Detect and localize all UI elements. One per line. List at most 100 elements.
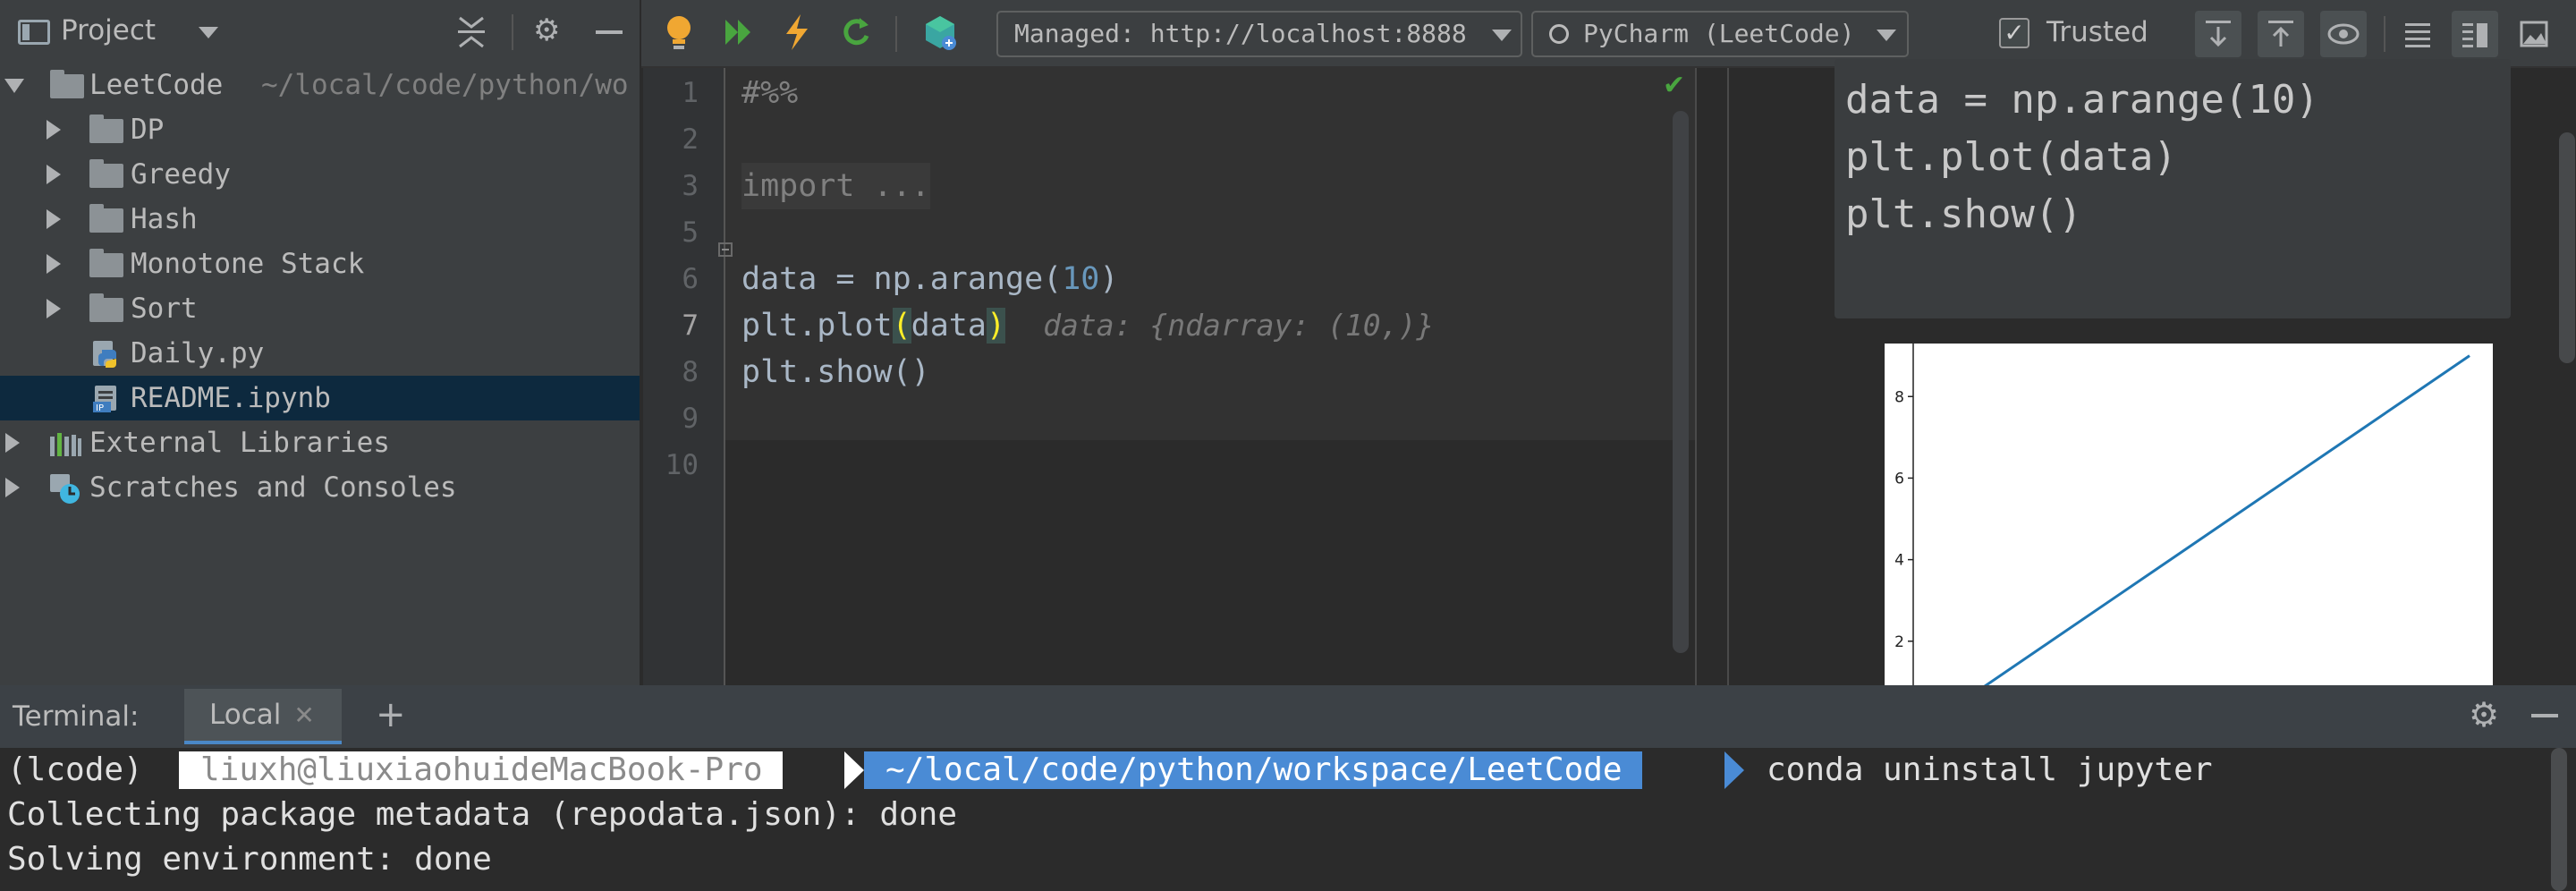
server-select[interactable]: Managed: http://localhost:8888 (996, 11, 1522, 57)
jupyter-icon[interactable] (920, 13, 960, 52)
eye-icon[interactable] (2320, 11, 2367, 57)
terminal-output[interactable]: (lcode) liuxh@liuxiaohuideMacBook-Pro ~/… (0, 748, 2576, 891)
folder-icon (89, 204, 123, 233)
fold-expand-icon[interactable] (718, 242, 733, 257)
toolbar-divider (895, 16, 897, 52)
minimize-icon[interactable] (596, 30, 623, 34)
tree-item-daily-py[interactable]: Daily.py (0, 331, 640, 376)
minimize-icon[interactable] (2531, 714, 2558, 717)
notebook-editor[interactable]: 1 2 3 5 6 7 8 9 10 #%% import ... data =… (643, 68, 1695, 685)
preview-code-line: plt.show() (1845, 191, 2082, 237)
libraries-icon (50, 433, 81, 456)
gear-icon[interactable]: ⚙ (533, 13, 560, 48)
editor-only-layout-icon[interactable] (2394, 11, 2441, 57)
code-line-3-folded[interactable]: import ... (741, 163, 930, 209)
chevron-down-icon[interactable] (4, 79, 24, 93)
collapse-all-icon[interactable] (456, 14, 487, 58)
chevron-down-icon[interactable] (1877, 30, 1896, 41)
code-number: 10 (1062, 261, 1100, 297)
tree-item-scratches[interactable]: Scratches and Consoles (0, 465, 640, 510)
chevron-right-icon[interactable] (47, 120, 61, 140)
terminal-tab-local[interactable]: Local ✕ (184, 689, 342, 744)
folder-icon (89, 293, 123, 322)
chevron-down-icon[interactable] (1492, 30, 1512, 41)
line-number: 1 (682, 77, 699, 109)
line-number: 8 (682, 356, 699, 388)
chevron-right-icon[interactable] (5, 478, 20, 497)
code-line-1[interactable]: #%% (741, 70, 798, 116)
line-number: 10 (665, 449, 699, 481)
tree-item-label: DP (131, 114, 165, 146)
tree-item-dp[interactable]: DP (0, 107, 640, 152)
restart-kernel-icon[interactable] (836, 13, 876, 52)
tree-item-label: Sort (131, 293, 198, 325)
matched-brace: ( (892, 308, 911, 344)
project-tool-window: Project ⚙ LeetCode ~/local/code/python/w… (0, 0, 641, 685)
add-terminal-icon[interactable]: + (376, 694, 406, 735)
preview-scrollbar[interactable] (2559, 132, 2575, 363)
code-text: data = np.arange( (741, 261, 1063, 297)
preview-divider (1727, 68, 1729, 685)
project-view-icon[interactable] (18, 20, 50, 45)
tree-item-label: Hash (131, 203, 198, 235)
chevron-right-icon[interactable] (47, 209, 61, 229)
line-chart: 2 4 6 8 (1894, 344, 2470, 685)
chevron-right-icon[interactable] (47, 254, 61, 274)
code-line-6[interactable]: data = np.arange(10) (741, 256, 1118, 302)
kernel-select[interactable]: PyCharm (LeetCode) (1531, 11, 1909, 57)
header-divider (512, 14, 513, 50)
chevron-right-icon[interactable] (5, 433, 20, 453)
folder-icon (89, 249, 123, 277)
chevron-down-icon[interactable] (199, 27, 218, 38)
terminal-tab-label: Local (209, 699, 282, 731)
plot-output: 2 4 6 8 (1885, 344, 2493, 685)
terminal-output-line: Solving environment: done (7, 841, 492, 878)
scratches-icon (50, 474, 80, 504)
line-number: 3 (682, 170, 699, 202)
tree-item-readme-ipynb[interactable]: IP README.ipynb (0, 376, 640, 420)
trusted-checkbox[interactable]: ✓ (1999, 18, 2029, 48)
tree-item-hash[interactable]: Hash (0, 197, 640, 242)
kernel-select-value: PyCharm (LeetCode) (1583, 19, 1855, 48)
trusted-label: Trusted (2046, 16, 2148, 48)
split-layout-icon[interactable] (2452, 11, 2498, 57)
gear-icon[interactable]: ⚙ (2469, 694, 2499, 735)
project-title[interactable]: Project (61, 14, 156, 47)
chevron-right-icon[interactable] (47, 165, 61, 184)
tree-item-external-libraries[interactable]: External Libraries (0, 420, 640, 465)
preview-code-cell: data = np.arange(10) plt.plot(data) plt.… (1835, 59, 2511, 318)
line-number: 5 (682, 216, 699, 249)
inspection-ok-icon[interactable]: ✔ (1663, 70, 1685, 101)
tree-item-label: Daily.py (131, 337, 265, 369)
code-text: data (911, 308, 987, 344)
preview-only-layout-icon[interactable] (2511, 11, 2557, 57)
line-number-current: 7 (682, 310, 699, 342)
run-all-icon[interactable] (720, 13, 759, 52)
prompt-path-segment: ~/local/code/python/workspace/LeetCode (864, 751, 1642, 789)
code-line-8[interactable]: plt.show() (741, 349, 930, 395)
tree-item-sort[interactable]: Sort (0, 286, 640, 331)
y-tick-label: 6 (1894, 470, 1904, 488)
folder-icon (50, 70, 84, 98)
line-number: 6 (682, 263, 699, 295)
run-lightning-icon[interactable] (777, 13, 817, 52)
notebook-toolbar: Managed: http://localhost:8888 PyCharm (… (641, 0, 2576, 68)
tree-item-greedy[interactable]: Greedy (0, 152, 640, 197)
lightbulb-icon[interactable] (659, 13, 699, 52)
svg-text:IP: IP (96, 403, 104, 413)
terminal-scrollbar[interactable] (2551, 748, 2567, 891)
editor-scrollbar[interactable] (1673, 111, 1689, 653)
notebook-preview: data = np.arange(10) plt.plot(data) plt.… (1695, 59, 2576, 685)
tree-item-monotone-stack[interactable]: Monotone Stack (0, 242, 640, 286)
move-cell-down-icon[interactable] (2195, 11, 2241, 57)
preview-code-line: plt.plot(data) (1845, 134, 2177, 180)
code-line-7[interactable]: plt.plot(data) data: {ndarray: (10,)} (741, 302, 1434, 349)
close-icon[interactable]: ✕ (293, 700, 314, 730)
tree-item-label: Monotone Stack (131, 248, 365, 280)
prompt-arrow (844, 751, 864, 789)
project-header: Project ⚙ (0, 0, 641, 64)
chevron-right-icon[interactable] (47, 299, 61, 318)
tree-item-leetcode-root[interactable]: LeetCode ~/local/code/python/wo (0, 63, 640, 107)
move-cell-up-icon[interactable] (2258, 11, 2304, 57)
kernel-status-icon (1549, 24, 1569, 44)
